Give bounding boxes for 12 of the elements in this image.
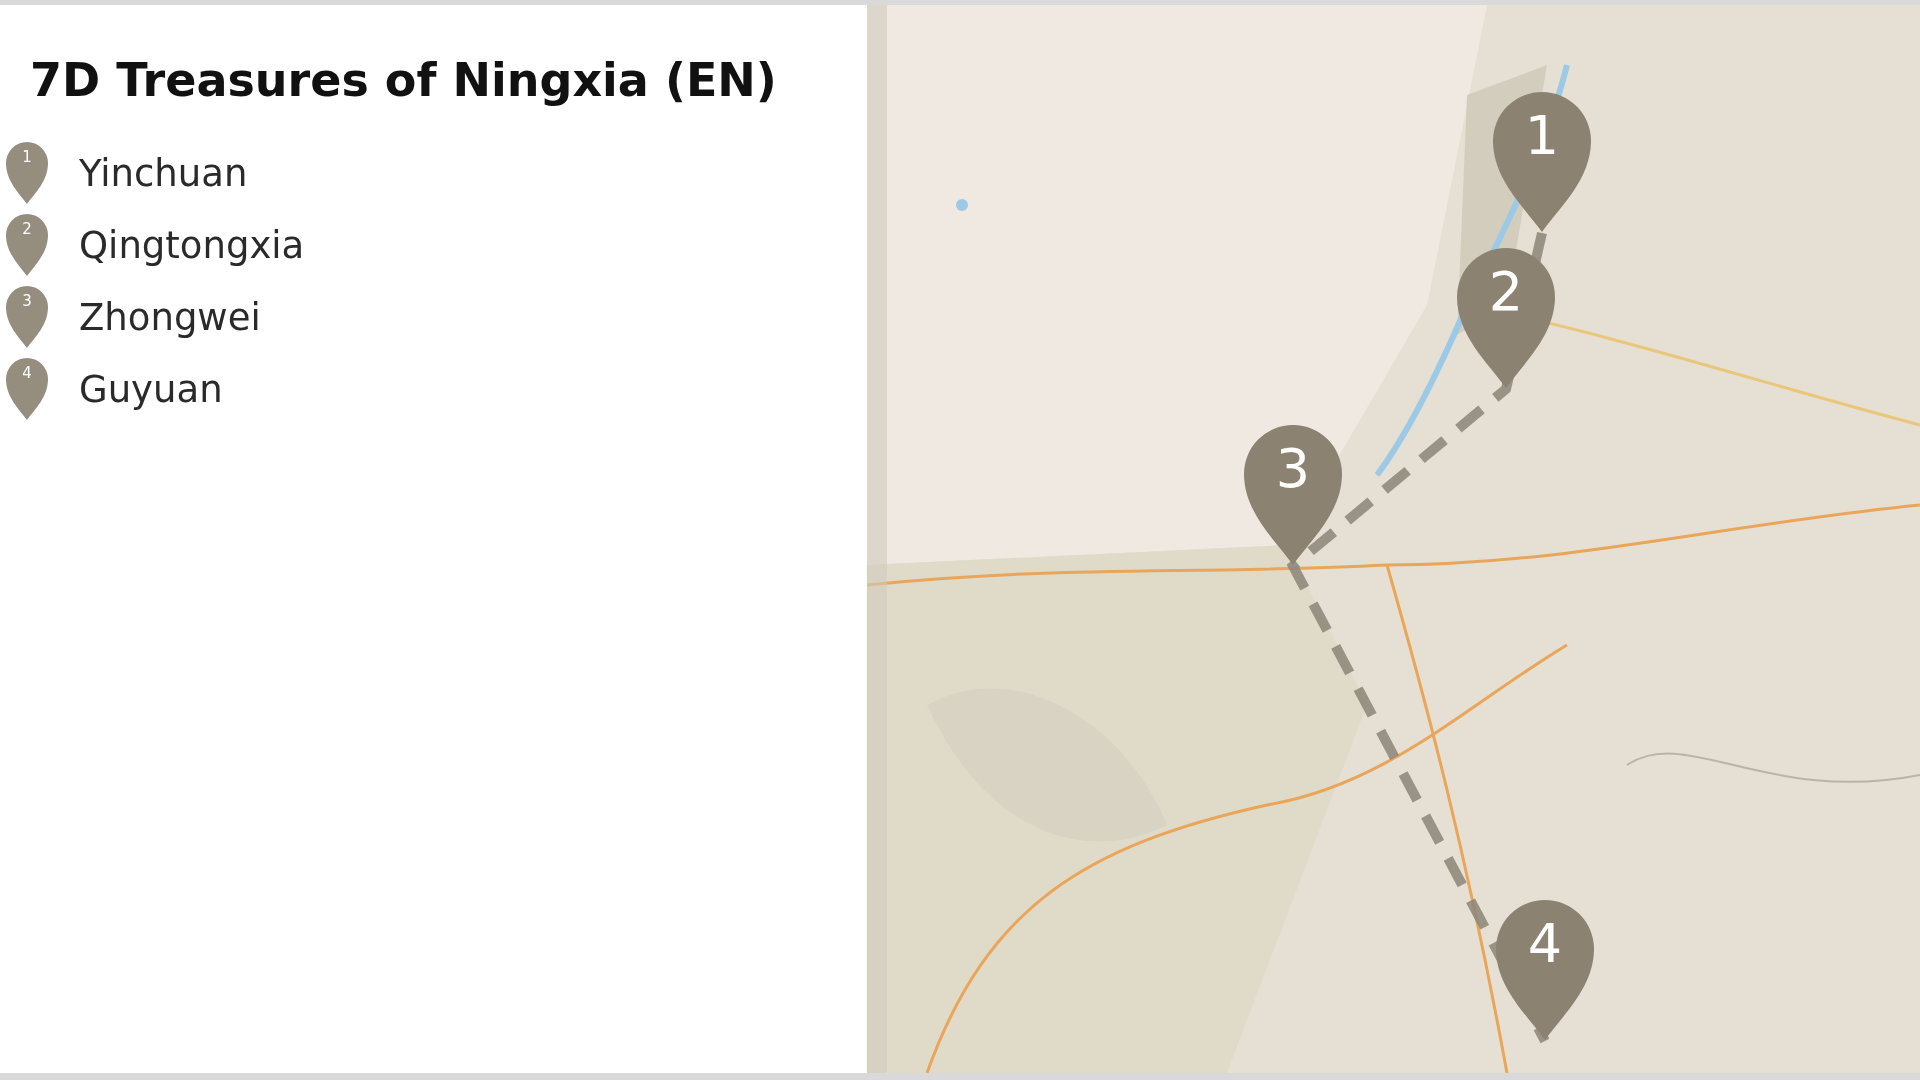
pin-icon: 1: [5, 141, 49, 205]
pin-icon: 3: [5, 285, 49, 349]
map-marker[interactable]: 3: [1243, 424, 1343, 566]
stop-name[interactable]: Zhongwei: [79, 298, 261, 336]
stop-name[interactable]: Qingtongxia: [79, 226, 305, 264]
pin-icon: 2: [5, 213, 49, 277]
map-marker[interactable]: 2: [1456, 247, 1556, 389]
stop-name[interactable]: Yinchuan: [79, 154, 248, 192]
pin-icon: 4: [5, 357, 49, 421]
stop-name[interactable]: Guyuan: [79, 370, 223, 408]
map-marker[interactable]: 1: [1492, 91, 1592, 233]
map-marker[interactable]: 4: [1495, 899, 1595, 1041]
